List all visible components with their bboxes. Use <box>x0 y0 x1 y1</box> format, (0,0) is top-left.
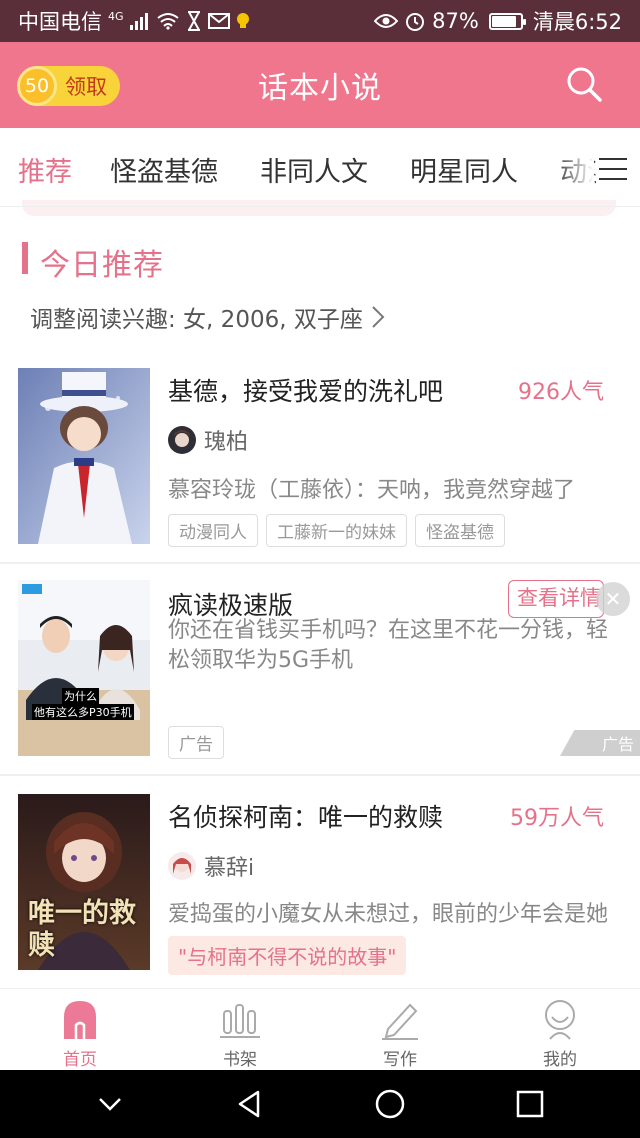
adjust-interest-link[interactable]: 调整阅读兴趣: 女, 2006, 双子座 <box>30 300 385 334</box>
tag[interactable]: 动漫同人 <box>168 514 258 547</box>
book-description: 爱捣蛋的小魔女从未想过，眼前的少年会是她 <box>168 902 608 927</box>
nav-home[interactable]: 首页 <box>0 989 160 1070</box>
book-cover: 唯一的救赎 <box>18 794 150 970</box>
nav-profile[interactable]: 我的 <box>480 989 640 1070</box>
ad-badge: 广告 <box>560 730 640 756</box>
alarm-icon <box>406 13 425 31</box>
system-nav-bar <box>0 1070 640 1138</box>
ad-image-caption: 他有这么多P30手机 <box>32 704 134 720</box>
author-row: 慕辞i <box>168 850 254 882</box>
banner-edge <box>22 200 616 216</box>
app-header: 50 领取 话本小说 <box>0 42 640 128</box>
view-details-button[interactable]: 查看详情 <box>508 580 604 618</box>
tag-list: 动漫同人 工藤新一的妹妹 怪盗基德 <box>168 514 505 547</box>
cover-title: 唯一的救赎 <box>28 898 136 961</box>
section-accent-bar <box>22 242 28 274</box>
search-icon[interactable] <box>564 64 604 104</box>
book-title: 名侦探柯南：唯一的救赎 <box>168 803 444 832</box>
tab-original-fiction[interactable]: 非同人文 <box>260 150 368 189</box>
ad-tag: 广告 <box>168 726 224 759</box>
bookshelf-icon <box>220 1004 260 1038</box>
status-bar: 中国电信 4G 87% 清晨6:52 <box>0 0 640 42</box>
pen-icon <box>382 1003 418 1040</box>
tag[interactable]: "与柯南不得不说的故事" <box>168 936 407 975</box>
profile-icon <box>545 1000 575 1040</box>
category-tabs: 推荐 怪盗基德 非同人文 明星同人 动漫 <box>0 128 640 208</box>
bottom-nav: 首页 书架 写作 我的 <box>0 988 640 1070</box>
menu-icon[interactable] <box>596 152 630 186</box>
author-row: 瑰柏 <box>168 424 248 456</box>
ad-image: 为什么 他有这么多P30手机 <box>18 580 150 756</box>
battery-icon <box>488 12 526 30</box>
claim-label: 领取 <box>65 75 107 99</box>
chevron-right-icon <box>372 306 385 328</box>
bulb-icon <box>236 13 249 28</box>
nav-label: 首页 <box>63 1050 97 1070</box>
author-name: 瑰柏 <box>204 430 249 455</box>
popularity-count: 926人气 <box>518 380 604 405</box>
battery-percent: 87% <box>432 9 479 33</box>
ad-image-caption: 为什么 <box>62 688 99 704</box>
tag[interactable]: 怪盗基德 <box>415 514 505 547</box>
book-title: 基德，接受我爱的洗礼吧 <box>168 377 444 406</box>
claim-coins-button[interactable]: 50 领取 <box>17 66 120 106</box>
tab-recommend[interactable]: 推荐 <box>18 150 72 189</box>
ad-description: 你还在省钱买手机吗？在这里不花一分钱，轻松领取华为5G手机 <box>168 618 609 673</box>
signal-icon <box>129 13 148 30</box>
nav-write[interactable]: 写作 <box>320 989 480 1070</box>
avatar <box>168 852 196 880</box>
coin-icon: 50 <box>17 66 57 106</box>
tab-kaito-kid[interactable]: 怪盗基德 <box>110 150 218 189</box>
tab-celebrity-fanfic[interactable]: 明星同人 <box>410 150 518 189</box>
interest-text: 调整阅读兴趣: 女, 2006, 双子座 <box>30 307 363 333</box>
app-title: 话本小说 <box>258 71 382 106</box>
section-title: 今日推荐 <box>40 248 164 283</box>
carrier-label: 中国电信 <box>18 10 102 34</box>
nav-label: 我的 <box>543 1050 577 1070</box>
network-type: 4G <box>108 9 124 23</box>
home-icon <box>64 1001 96 1039</box>
hourglass-icon <box>187 11 200 31</box>
avatar <box>168 426 196 454</box>
nav-label: 写作 <box>383 1050 417 1070</box>
nav-bookshelf[interactable]: 书架 <box>160 989 320 1070</box>
book-description: 慕容玲珑（工藤依）：天呐，我竟然穿越了 <box>168 478 576 503</box>
close-icon[interactable]: ✕ <box>596 582 630 616</box>
book-cover <box>18 368 150 544</box>
popularity-count: 59万人气 <box>510 806 604 831</box>
mail-icon <box>207 13 230 29</box>
home-button-icon[interactable] <box>370 1084 410 1124</box>
nav-label: 书架 <box>223 1050 257 1070</box>
author-name: 慕辞i <box>204 856 255 881</box>
book-item[interactable]: 基德，接受我爱的洗礼吧 926人气 瑰柏 慕容玲珑（工藤依）：天呐，我竟然穿越了… <box>0 368 640 547</box>
back-icon[interactable] <box>230 1084 270 1124</box>
wifi-icon <box>156 13 179 30</box>
tag-list: "与柯南不得不说的故事" <box>168 936 407 975</box>
ad-item[interactable]: 为什么 他有这么多P30手机 疯读极速版 查看详情 ✕ 你还在省钱买手机吗？在这… <box>0 580 640 759</box>
tag[interactable]: 工藤新一的妹妹 <box>266 514 407 547</box>
chevron-down-icon[interactable] <box>90 1084 130 1124</box>
eye-icon <box>374 14 399 28</box>
book-item[interactable]: 唯一的救赎 名侦探柯南：唯一的救赎 59万人气 慕辞i 爱捣蛋的小魔女从未想过，… <box>0 794 640 975</box>
clock: 清晨6:52 <box>532 10 622 34</box>
recents-icon[interactable] <box>510 1084 550 1124</box>
